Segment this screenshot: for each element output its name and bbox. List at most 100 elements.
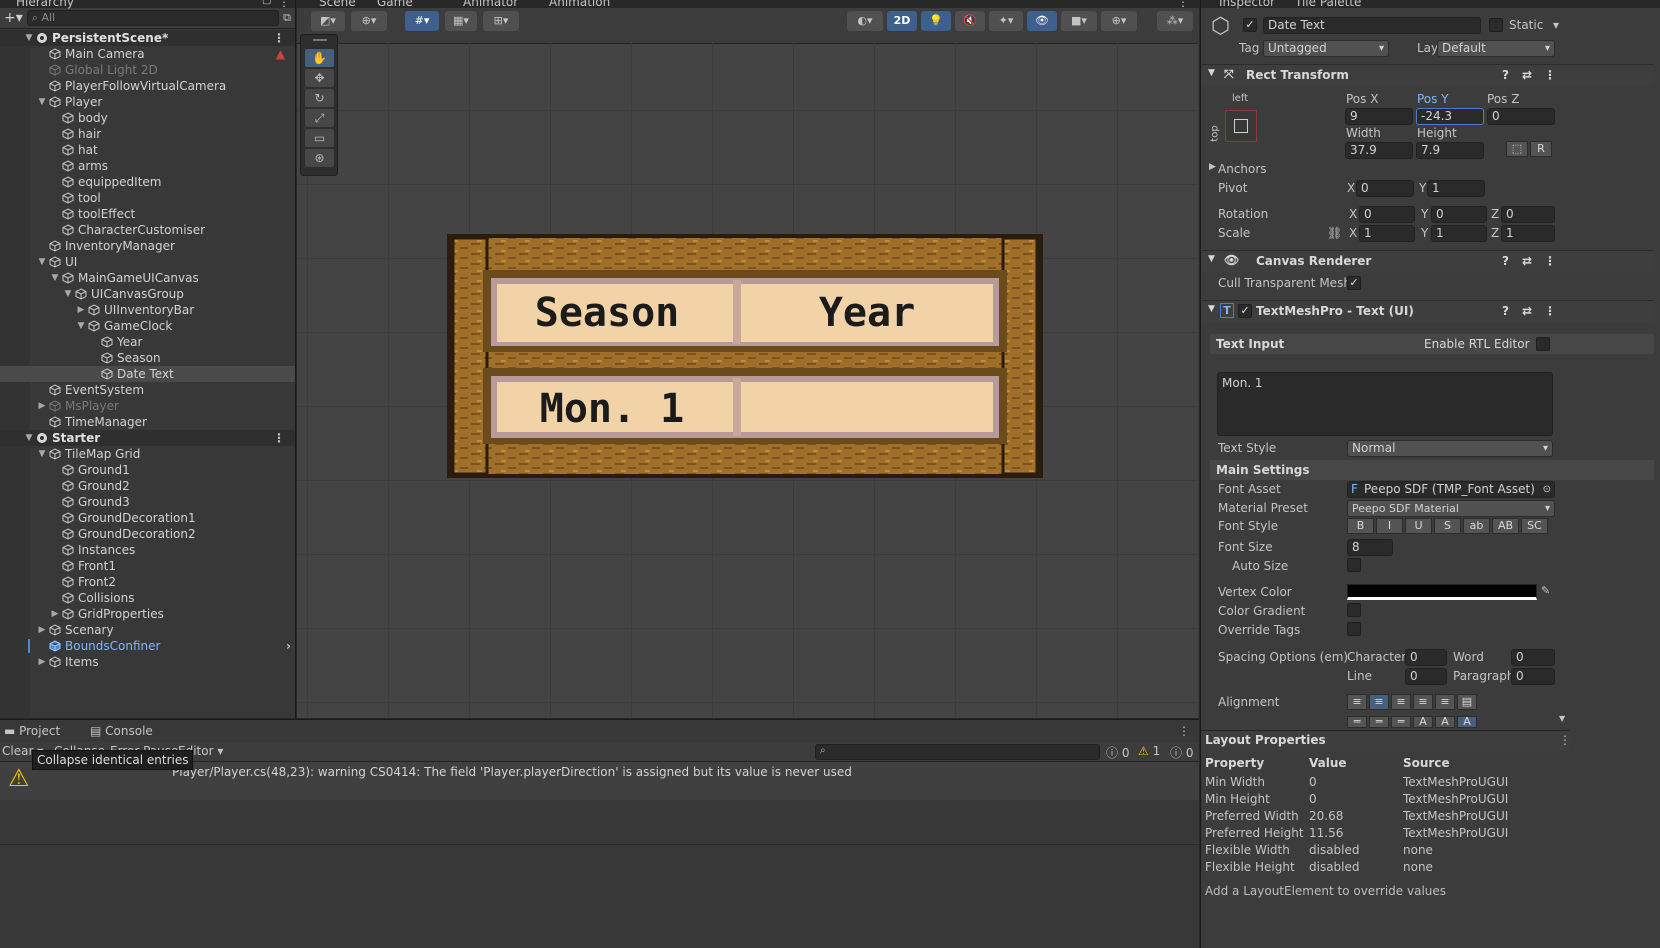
scroll-down-icon[interactable]: ▼ (1559, 714, 1565, 723)
font-style-strikethrough-button[interactable]: S (1434, 518, 1461, 534)
tmp-header[interactable]: ▼ T ✓ TextMeshPro - Text (UI) ? ⇄ ⋮ (1202, 300, 1653, 322)
align-left-icon[interactable]: ≡ (1347, 694, 1367, 710)
rect-tool-icon[interactable]: ▭ (305, 129, 334, 147)
hierarchy-item[interactable]: Date Text (0, 366, 295, 382)
raw-edit-button[interactable]: R (1530, 141, 1552, 157)
layer-dropdown[interactable]: Default (1437, 40, 1555, 57)
color-gradient-checkbox[interactable] (1347, 603, 1361, 617)
text-input-area[interactable]: Mon. 1 (1217, 372, 1553, 436)
anchor-presets-button[interactable] (1225, 110, 1257, 142)
expanded-arrow-icon[interactable]: ▼ (63, 286, 73, 302)
rot-y-field[interactable]: 0 (1431, 206, 1487, 223)
static-checkbox[interactable] (1489, 18, 1503, 32)
hierarchy-item[interactable]: BoundsConfiner › (0, 638, 295, 654)
expanded-arrow-icon[interactable]: ▼ (76, 318, 86, 334)
presets-icon[interactable]: ⇄ (1522, 304, 1532, 318)
align-bottom-icon[interactable]: ═ (1391, 716, 1411, 728)
hierarchy-item[interactable]: GroundDecoration1 (0, 510, 295, 526)
maximize-icon[interactable]: ▢ (262, 0, 271, 6)
hierarchy-item[interactable]: ▶ MsPlayer (0, 398, 295, 414)
hierarchy-item[interactable]: ▶ GridProperties (0, 606, 295, 622)
draw-mode-dropdown[interactable]: ◩▾ (311, 11, 345, 31)
camera-dropdown[interactable]: ■▾ (1061, 11, 1097, 31)
font-style-bold-button[interactable]: B (1347, 518, 1374, 534)
scale-x-field[interactable]: 1 (1359, 225, 1415, 242)
scale-y-field[interactable]: 1 (1431, 225, 1487, 242)
auto-size-checkbox[interactable] (1347, 558, 1361, 572)
scene-visibility-icon[interactable]: ⧉ (283, 11, 291, 25)
align-justify-icon[interactable]: ≡ (1413, 694, 1433, 710)
hierarchy-item[interactable]: TimeManager (0, 414, 295, 430)
override-tags-checkbox[interactable] (1347, 622, 1361, 636)
hierarchy-item[interactable]: ▼ UI (0, 254, 295, 270)
cull-checkbox[interactable]: ✓ (1347, 276, 1361, 290)
expanded-arrow-icon[interactable]: ▼ (37, 254, 47, 270)
console-search-input[interactable]: ⌕ (815, 744, 1100, 760)
scene-menu-icon[interactable]: ⋮ (273, 30, 285, 46)
hierarchy-item[interactable]: Global Light 2D (0, 62, 295, 78)
align-baseline-icon[interactable]: A (1413, 716, 1433, 728)
add-object-button[interactable]: +▾ (4, 10, 23, 26)
pos-z-field[interactable]: 0 (1487, 108, 1555, 125)
panel-menu-icon[interactable]: ⋮ (1559, 733, 1571, 747)
hierarchy-item[interactable]: ▶ Items (0, 654, 295, 670)
hand-tool-icon[interactable]: ✋ (305, 49, 334, 67)
rect-transform-header[interactable]: ▼ ⤧ Rect Transform ? ⇄ ⋮ (1202, 64, 1653, 86)
character-field[interactable]: 0 (1405, 649, 1447, 666)
word-field[interactable]: 0 (1511, 649, 1555, 666)
scale-z-field[interactable]: 1 (1501, 225, 1555, 242)
help-icon[interactable]: ? (1502, 68, 1509, 82)
2d-mode-toggle[interactable]: 2D (887, 11, 917, 31)
rot-z-field[interactable]: 0 (1501, 206, 1555, 223)
font-style-italic-button[interactable]: I (1376, 518, 1403, 534)
eyedropper-icon[interactable]: ✎ (1541, 584, 1550, 597)
hierarchy-item[interactable]: ▼ GameClock (0, 318, 295, 334)
pivot-y-field[interactable]: 1 (1427, 180, 1485, 197)
hierarchy-item[interactable]: equippedItem (0, 174, 295, 190)
hierarchy-item[interactable]: body (0, 110, 295, 126)
info-count-toggle[interactable]: ⓘ 0 (1106, 744, 1129, 761)
font-asset-field[interactable]: F Peepo SDF (TMP_Font Asset) ⊙ (1347, 481, 1555, 498)
static-dropdown-icon[interactable]: ▾ (1553, 18, 1559, 32)
hierarchy-item[interactable]: GroundDecoration2 (0, 526, 295, 542)
expanded-arrow-icon[interactable]: ▼ (37, 446, 47, 462)
component-menu-icon[interactable]: ⋮ (1544, 68, 1556, 82)
layers-dropdown[interactable]: ⁂▾ (1157, 11, 1193, 31)
font-style-lowercase-button[interactable]: ab (1463, 518, 1490, 534)
text-style-dropdown[interactable]: Normal (1347, 440, 1553, 457)
hierarchy-item[interactable]: ▶ Scenary (0, 622, 295, 638)
align-center-icon[interactable]: ≡ (1369, 694, 1389, 710)
hierarchy-item[interactable]: Year (0, 334, 295, 350)
hierarchy-item[interactable]: Main Camera ▲ (0, 46, 295, 62)
font-style-underline-button[interactable]: U (1405, 518, 1432, 534)
paragraph-field[interactable]: 0 (1511, 668, 1555, 685)
hierarchy-item[interactable]: InventoryManager (0, 238, 295, 254)
hierarchy-item[interactable]: toolEffect (0, 206, 295, 222)
hierarchy-item[interactable]: ▼ UICanvasGroup (0, 286, 295, 302)
align-middle-icon[interactable]: ═ (1369, 716, 1389, 728)
hierarchy-item[interactable]: hair (0, 126, 295, 142)
scene-row[interactable]: ▼ Starter ⋮ (0, 430, 295, 446)
hierarchy-item[interactable]: Front2 (0, 574, 295, 590)
scene-row[interactable]: ▼ PersistentScene* ⋮ (0, 30, 295, 46)
hierarchy-item[interactable]: Ground3 (0, 494, 295, 510)
lighting-toggle-icon[interactable]: 💡 (921, 11, 951, 31)
collapsed-arrow-icon[interactable]: ▶ (37, 654, 47, 670)
panel-menu-icon[interactable]: ⋮ (1178, 720, 1190, 742)
font-style-uppercase-button[interactable]: AB (1492, 518, 1519, 534)
grid-snap-button[interactable]: #▾ (405, 11, 439, 31)
pivot-x-field[interactable]: 0 (1356, 180, 1414, 197)
tmp-enabled-checkbox[interactable]: ✓ (1238, 304, 1252, 318)
hierarchy-item[interactable]: Season (0, 350, 295, 366)
tab-project[interactable]: ▬ Project (4, 720, 60, 742)
canvas-renderer-header[interactable]: ▼ 👁 Canvas Renderer ? ⇄ ⋮ (1202, 250, 1653, 272)
help-icon[interactable]: ? (1502, 304, 1509, 318)
hierarchy-item[interactable]: tool (0, 190, 295, 206)
snap-increment-button[interactable]: ⊞▾ (483, 11, 519, 31)
hierarchy-item[interactable]: arms (0, 158, 295, 174)
hierarchy-item[interactable]: ▼ TileMap Grid (0, 446, 295, 462)
constrain-proportions-icon[interactable]: ⛓ (1327, 226, 1342, 240)
hierarchy-item[interactable]: EventSystem (0, 382, 295, 398)
expanded-arrow-icon[interactable]: ▼ (24, 30, 34, 46)
blueprint-mode-icon[interactable]: ⬚ (1506, 141, 1528, 157)
